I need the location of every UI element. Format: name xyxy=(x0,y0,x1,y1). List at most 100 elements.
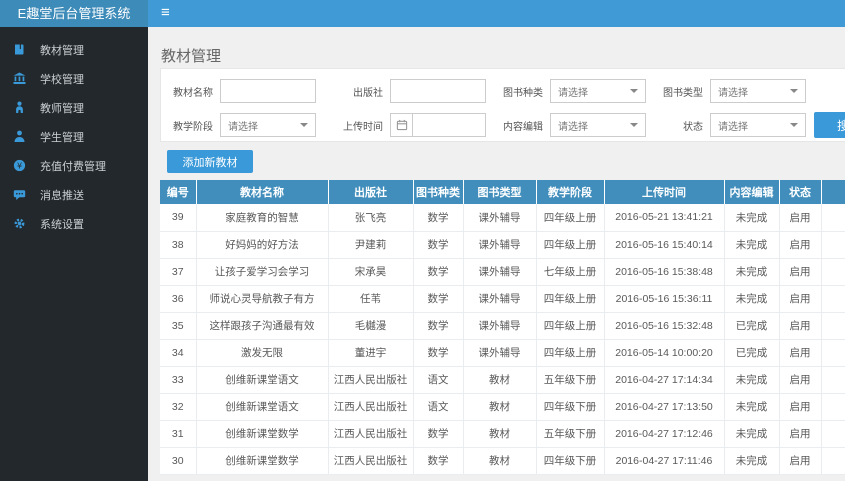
header-id: 编号 xyxy=(160,180,197,204)
cell-upload-time: 2016-04-27 17:14:34 xyxy=(603,366,725,394)
textbook-name-input[interactable] xyxy=(220,79,316,103)
cell-book-type: 教材 xyxy=(462,420,537,448)
header-status: 状态 xyxy=(779,180,822,204)
teaching-stage-select[interactable]: 请选择 xyxy=(220,113,316,137)
cell-actions xyxy=(820,204,845,232)
teacher-icon xyxy=(13,101,27,114)
cell-book-type: 教材 xyxy=(462,366,537,394)
cell-id: 38 xyxy=(160,231,197,259)
cell-book-type: 课外辅导 xyxy=(462,204,537,232)
cell-content-editor: 已完成 xyxy=(723,339,780,367)
message-icon xyxy=(13,188,27,201)
cell-actions xyxy=(820,312,845,340)
payment-icon: ¥ xyxy=(13,159,27,172)
book-type-select[interactable]: 请选择 xyxy=(710,79,806,103)
publisher-label: 出版社 xyxy=(353,87,383,99)
cell-status: 启用 xyxy=(778,420,822,448)
header-upload-time: 上传时间 xyxy=(604,180,725,204)
table-row: 34 激发无限 董进宇 数学 课外辅导 四年级上册 2016-05-14 10:… xyxy=(160,339,845,367)
cell-book-type: 教材 xyxy=(462,447,537,475)
book-category-select[interactable]: 请选择 xyxy=(550,79,646,103)
cell-status: 启用 xyxy=(778,366,822,394)
cell-teaching-stage: 四年级上册 xyxy=(535,339,605,367)
cell-textbook-name: 创维新课堂语文 xyxy=(195,393,329,421)
sidebar-item-message-push[interactable]: 消息推送 xyxy=(0,180,148,209)
add-textbook-button[interactable]: 添加新教材 xyxy=(167,150,253,173)
cell-textbook-name: 师说心灵导航教子有方 xyxy=(195,285,329,313)
table-row: 38 好妈妈的好方法 尹建莉 数学 课外辅导 四年级上册 2016-05-16 … xyxy=(160,231,845,259)
cell-id: 30 xyxy=(160,447,197,475)
table-row: 39 家庭教育的智慧 张飞亮 数学 课外辅导 四年级上册 2016-05-21 … xyxy=(160,204,845,232)
cell-teaching-stage: 四年级下册 xyxy=(535,393,605,421)
cell-content-editor: 已完成 xyxy=(723,312,780,340)
cell-publisher: 尹建莉 xyxy=(327,231,414,259)
cell-publisher: 江西人民出版社 xyxy=(327,420,414,448)
cell-book-type: 课外辅导 xyxy=(462,285,537,313)
cell-publisher: 董进宇 xyxy=(327,339,414,367)
cell-book-category: 数学 xyxy=(412,447,464,475)
status-label: 状态 xyxy=(683,121,703,133)
cell-upload-time: 2016-04-27 17:13:50 xyxy=(603,393,725,421)
sidebar-item-teacher-management[interactable]: 教师管理 xyxy=(0,93,148,122)
header-book-type: 图书类型 xyxy=(463,180,537,204)
sidebar: 教材管理 学校管理 教师管理 学生管理 ¥ 充值付费管理 消息推送 系统设置 xyxy=(0,27,148,481)
table-row: 30 创维新课堂数学 江西人民出版社 数学 教材 四年级下册 2016-04-2… xyxy=(160,447,845,475)
cell-book-type: 课外辅导 xyxy=(462,231,537,259)
cell-status: 启用 xyxy=(778,231,822,259)
header-book-category: 图书种类 xyxy=(413,180,464,204)
filter-panel: 教材名称 出版社 图书种类 请选择 图书类型 请选择 教学阶段 请选择 上传时间… xyxy=(160,68,845,142)
sidebar-item-textbook-management[interactable]: 教材管理 xyxy=(0,35,148,64)
book-category-label: 图书种类 xyxy=(503,87,543,99)
sidebar-item-label: 消息推送 xyxy=(40,189,84,202)
topbar: E趣堂后台管理系统 ≡ xyxy=(0,0,845,27)
search-button[interactable]: 搜索 xyxy=(814,112,845,138)
sidebar-toggle-button[interactable]: ≡ xyxy=(148,0,183,27)
sidebar-item-label: 教材管理 xyxy=(40,44,84,57)
cell-teaching-stage: 五年级下册 xyxy=(535,366,605,394)
cell-publisher: 江西人民出版社 xyxy=(327,366,414,394)
cell-actions xyxy=(820,366,845,394)
sidebar-item-payment-management[interactable]: ¥ 充值付费管理 xyxy=(0,151,148,180)
cell-content-editor: 未完成 xyxy=(723,204,780,232)
svg-text:¥: ¥ xyxy=(17,161,22,170)
cell-content-editor: 未完成 xyxy=(723,231,780,259)
sidebar-item-label: 教师管理 xyxy=(40,102,84,115)
header-textbook-name: 教材名称 xyxy=(196,180,329,204)
status-select[interactable]: 请选择 xyxy=(710,113,806,137)
cell-status: 启用 xyxy=(778,447,822,475)
table-row: 37 让孩子爱学习会学习 宋承昊 数学 课外辅导 七年级上册 2016-05-1… xyxy=(160,258,845,286)
cell-upload-time: 2016-05-16 15:32:48 xyxy=(603,312,725,340)
table-row: 36 师说心灵导航教子有方 任苇 数学 课外辅导 四年级上册 2016-05-1… xyxy=(160,285,845,313)
cell-book-type: 课外辅导 xyxy=(462,258,537,286)
sidebar-item-student-management[interactable]: 学生管理 xyxy=(0,122,148,151)
textbook-name-label: 教材名称 xyxy=(173,87,213,99)
cell-publisher: 江西人民出版社 xyxy=(327,447,414,475)
cell-content-editor: 未完成 xyxy=(723,285,780,313)
settings-icon xyxy=(13,217,27,230)
sidebar-item-school-management[interactable]: 学校管理 xyxy=(0,64,148,93)
cell-teaching-stage: 四年级上册 xyxy=(535,312,605,340)
sidebar-item-system-settings[interactable]: 系统设置 xyxy=(0,209,148,238)
chevron-down-icon xyxy=(300,123,308,127)
cell-teaching-stage: 四年级上册 xyxy=(535,204,605,232)
cell-book-category: 数学 xyxy=(412,420,464,448)
book-type-label: 图书类型 xyxy=(663,87,703,99)
upload-time-input[interactable] xyxy=(413,114,485,136)
content-editor-select[interactable]: 请选择 xyxy=(550,113,646,137)
cell-content-editor: 未完成 xyxy=(723,366,780,394)
calendar-icon[interactable] xyxy=(391,114,413,136)
publisher-input[interactable] xyxy=(390,79,486,103)
cell-teaching-stage: 四年级上册 xyxy=(535,285,605,313)
cell-book-type: 教材 xyxy=(462,393,537,421)
cell-textbook-name: 好妈妈的好方法 xyxy=(195,231,329,259)
cell-upload-time: 2016-04-27 17:11:46 xyxy=(603,447,725,475)
cell-publisher: 毛樾漫 xyxy=(327,312,414,340)
cell-id: 31 xyxy=(160,420,197,448)
cell-upload-time: 2016-05-16 15:36:11 xyxy=(603,285,725,313)
cell-book-category: 数学 xyxy=(412,312,464,340)
chevron-down-icon xyxy=(790,123,798,127)
main-content: 教材管理 教材名称 出版社 图书种类 请选择 图书类型 请选择 教学阶段 请选择… xyxy=(148,27,845,481)
cell-textbook-name: 家庭教育的智慧 xyxy=(195,204,329,232)
cell-book-type: 课外辅导 xyxy=(462,339,537,367)
cell-actions xyxy=(820,447,845,475)
